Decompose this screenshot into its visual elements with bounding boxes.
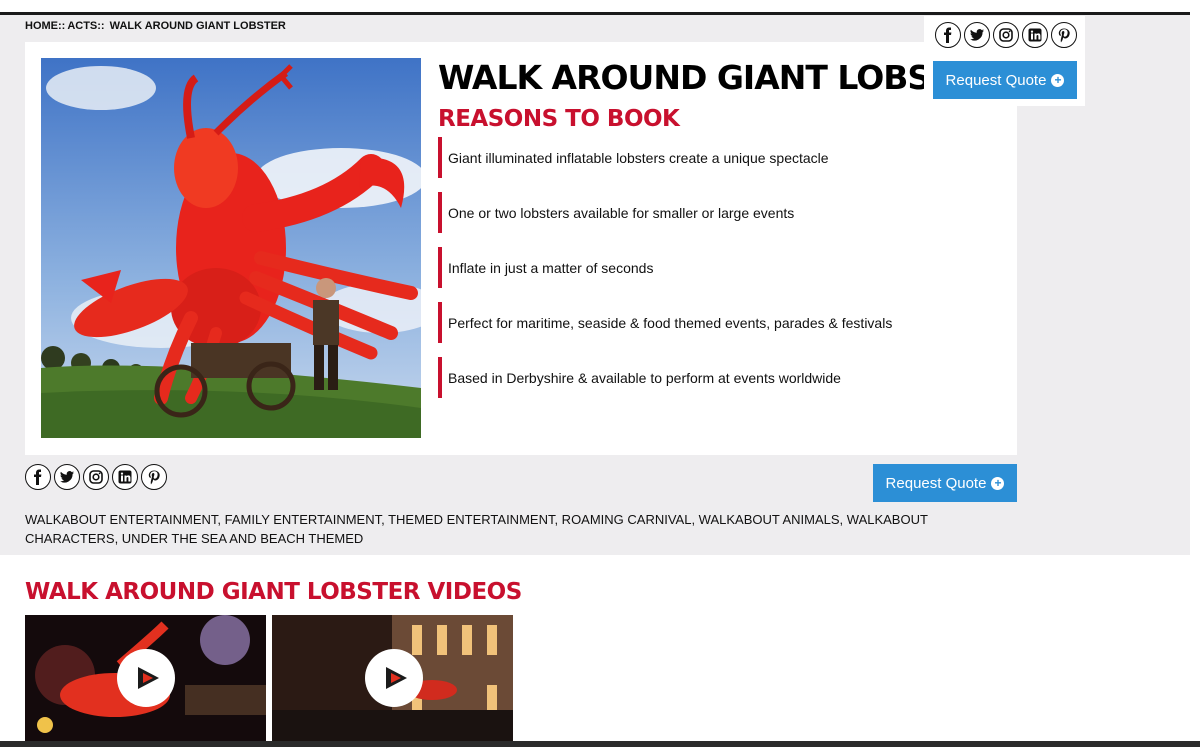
- page-right-gutter: [1190, 12, 1200, 747]
- twitter-icon[interactable]: [964, 22, 990, 48]
- act-title: WALK AROUND GIANT LOBSTER: [438, 58, 928, 97]
- pinterest-icon[interactable]: [141, 464, 167, 490]
- reason-item: Giant illuminated inflatable lobsters cr…: [438, 137, 892, 178]
- request-quote-label: Request Quote: [945, 71, 1047, 89]
- request-quote-label: Request Quote: [885, 474, 987, 492]
- breadcrumb-current: WALK AROUND GIANT LOBSTER: [109, 20, 286, 32]
- instagram-icon[interactable]: [83, 464, 109, 490]
- request-quote-button[interactable]: Request Quote +: [933, 61, 1077, 99]
- instagram-icon[interactable]: [993, 22, 1019, 48]
- social-share-bottom: [25, 464, 167, 490]
- social-share-top: [935, 22, 1077, 48]
- breadcrumb: HOME:: ACTS:: WALK AROUND GIANT LOBSTER: [25, 20, 288, 32]
- linkedin-icon[interactable]: [1022, 22, 1048, 48]
- reasons-list: Giant illuminated inflatable lobsters cr…: [438, 137, 892, 412]
- category-tags: WALKABOUT ENTERTAINMENT, FAMILY ENTERTAI…: [25, 512, 928, 546]
- facebook-icon[interactable]: [935, 22, 961, 48]
- reason-item: Perfect for maritime, seaside & food the…: [438, 302, 892, 343]
- plus-circle-icon: +: [991, 476, 1005, 490]
- request-quote-button[interactable]: Request Quote +: [873, 464, 1017, 502]
- play-icon: [138, 667, 159, 689]
- reason-item: One or two lobsters available for smalle…: [438, 192, 892, 233]
- breadcrumb-home[interactable]: HOME::: [25, 20, 65, 32]
- breadcrumb-acts[interactable]: ACTS::: [67, 20, 104, 32]
- linkedin-icon[interactable]: [112, 464, 138, 490]
- twitter-icon[interactable]: [54, 464, 80, 490]
- facebook-icon[interactable]: [25, 464, 51, 490]
- reason-item: Based in Derbyshire & available to perfo…: [438, 357, 892, 398]
- play-button[interactable]: [117, 649, 175, 707]
- top-divider: [0, 12, 1200, 15]
- browser-top-strip: [0, 0, 1200, 12]
- reason-item: Inflate in just a matter of seconds: [438, 247, 892, 288]
- plus-circle-icon: +: [1051, 73, 1065, 87]
- bottom-border: [0, 741, 1200, 747]
- video-thumbnail[interactable]: [272, 615, 513, 741]
- pinterest-icon[interactable]: [1051, 22, 1077, 48]
- reasons-heading: REASONS TO BOOK: [438, 106, 680, 132]
- act-hero-image: [41, 58, 421, 438]
- video-thumbnail[interactable]: [25, 615, 266, 741]
- videos-heading: WALK AROUND GIANT LOBSTER VIDEOS: [25, 579, 522, 605]
- play-icon: [386, 667, 407, 689]
- play-button[interactable]: [365, 649, 423, 707]
